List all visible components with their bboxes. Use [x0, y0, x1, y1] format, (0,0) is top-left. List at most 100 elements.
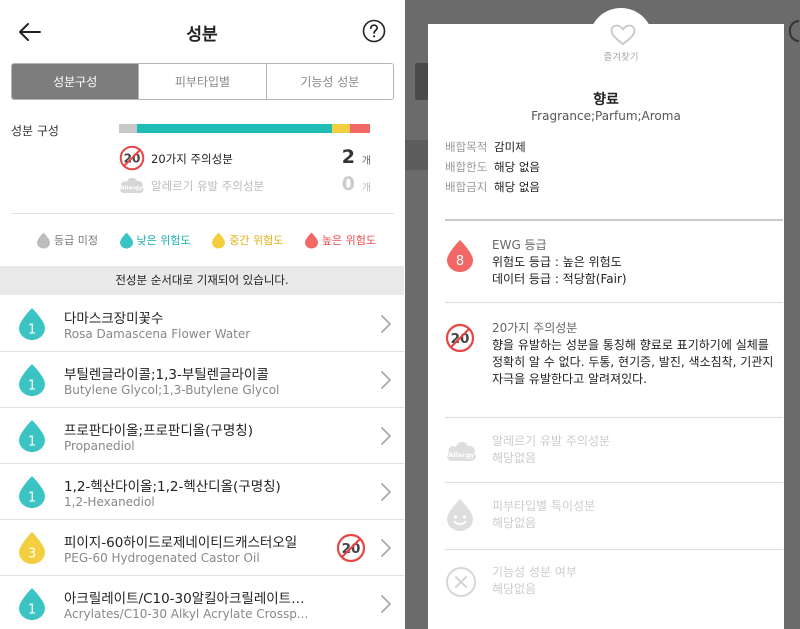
tab-functional[interactable]: 기능성 성분 [265, 64, 393, 99]
risk-drop-icon [37, 232, 50, 248]
ewg-risk: 위험도 등급 : 높은 위험도 [492, 255, 622, 269]
legend-item: 낮은 위험도 [119, 232, 191, 249]
info-value: 해당 없음 [494, 180, 540, 194]
allergy-summary: Allergy 알레르기 유발 주의성분 0 개 [119, 172, 371, 198]
composition-bar-segment [332, 124, 350, 133]
ingredient-english-name: PEG-60 Hydrogenated Castor Oil [64, 551, 260, 565]
caution-20-icon: 20 [445, 323, 475, 353]
risk-drop-icon [212, 232, 226, 248]
ingredient-english-name: Propanediol [64, 439, 135, 453]
divider [445, 549, 783, 550]
ingredient-row[interactable]: 1 부틸렌글라이콜;1,3-부틸렌글라이콜 Butylene Glycol;1,3-… [0, 352, 404, 408]
ingredient-english-name: 1,2-Hexanediol [64, 495, 155, 509]
help-icon[interactable] [362, 19, 386, 43]
caution20-count: 2 [341, 146, 355, 168]
legend-label: 낮은 위험도 [136, 234, 191, 247]
ingredient-row[interactable]: 1 프로판다이올;프로판디올(구명칭) Propanediol [0, 408, 404, 464]
legend-label: 등급 미정 [54, 234, 98, 247]
grade-number: 1 [28, 603, 36, 618]
caution20-section: 20 20가지 주의성분 향을 유발하는 성분을 통칭해 향료로 표기하기에 실… [445, 320, 783, 410]
ingredient-name: 피이지-60하이드로제네이티드캐스터오일 [64, 535, 298, 551]
info-key: 배합금지 [445, 180, 488, 194]
allergy-value: 해당없음 [492, 451, 537, 465]
ingredient-row[interactable]: 3 피이지-60하이드로제네이티드캐스터오일 PEG-60 Hydrogenated… [0, 520, 404, 576]
grade-drop-icon: 1 [19, 364, 45, 396]
caution-20-icon: 20 [336, 533, 366, 563]
page-title: 성분 [186, 25, 218, 45]
favorite-label: 즐겨찾기 [603, 52, 639, 63]
chevron-right-icon [381, 427, 391, 445]
svg-text:Allergy: Allergy [121, 186, 143, 192]
info-row: 배합금지 해당 없음 [445, 179, 540, 199]
ingredient-name: 다마스크장미꽃수 [64, 311, 164, 327]
skin-type-section: 피부타입별 특이성분 해당없음 [445, 498, 783, 538]
header: 성분 [0, 0, 404, 62]
allergy-cloud-icon: Allergy [447, 441, 476, 461]
face-drop-icon [447, 499, 473, 531]
legend-item: 등급 미정 [36, 232, 98, 249]
allergy-label: 알레르기 유발 주의성분 [151, 179, 265, 193]
info-key: 배합한도 [445, 160, 488, 174]
ingredient-english-name: Fragrance;Parfum;Aroma [531, 109, 681, 123]
chevron-right-icon [381, 539, 391, 557]
ingredient-name: 아크릴레이트/C10-30알킬아크릴레이트… [64, 591, 305, 607]
functional-title: 기능성 성분 여부 [492, 565, 577, 579]
divider [445, 302, 783, 303]
caution-20-icon: 20 [119, 145, 145, 171]
order-notice: 전성분 순서대로 기재되어 있습니다. [0, 266, 404, 295]
ingredient-name: 프로판다이올;프로판디올(구명칭) [64, 423, 253, 439]
grade-number: 3 [28, 547, 36, 562]
grade-number: 1 [28, 435, 36, 450]
ingredient-row[interactable]: 1 1,2-헥산다이올;1,2-헥산디올(구명칭) 1,2-Hexanediol [0, 464, 404, 520]
risk-drop-icon [119, 232, 133, 248]
risk-drop-icon [304, 232, 318, 248]
detail-modal: 즐겨찾기 향료 Fragrance;Parfum;Aroma 배합목적 감미제 배합… [428, 8, 784, 629]
ingredient-name: 1,2-헥산다이올;1,2-헥산디올(구명칭) [64, 479, 281, 495]
heart-icon[interactable] [610, 24, 636, 46]
ewg-grade-drop-icon: 8 [447, 240, 473, 272]
caution20-title: 20가지 주의성분 [492, 321, 578, 335]
chevron-right-icon [381, 483, 391, 501]
info-value: 해당 없음 [494, 160, 540, 174]
ingredient-name: 향료 [593, 92, 619, 108]
caution20-description: 향을 유발하는 성분을 통칭해 향료로 표기하기에 실체를 정확히 알 수 없다… [492, 338, 774, 386]
chevron-right-icon [381, 315, 391, 333]
tab-bar: 성분구성 피부타입별 기능성 성분 [11, 63, 394, 100]
grade-number: 1 [28, 379, 36, 394]
divider [445, 482, 783, 483]
info-row: 배합한도 해당 없음 [445, 159, 540, 179]
caution20-unit: 개 [361, 156, 371, 167]
grade-drop-icon: 1 [19, 476, 45, 508]
info-key: 배합목적 [445, 140, 488, 154]
caution20-label: 20가지 주의성분 [151, 152, 233, 166]
close-circle-icon [446, 567, 476, 597]
ewg-grade-number: 8 [456, 254, 464, 269]
allergy-section: Allergy 알레르기 유발 주의성분 해당없음 [445, 433, 783, 473]
allergy-count: 0 [341, 173, 355, 195]
divider [445, 219, 783, 221]
dimmed-tab-edge [415, 63, 429, 100]
ingredient-row[interactable]: 1 아크릴레이트/C10-30알킬아크릴레이트… Acrylates/C10-30 … [0, 576, 404, 629]
functional-value: 해당없음 [492, 582, 537, 596]
ingredient-list-screen: 성분 성분구성 피부타입별 기능성 성분 성분 구성 20 20가지 주의성분 … [0, 0, 404, 629]
ingredient-english-name: Acrylates/C10-30 Alkyl Acrylate Crossp..… [64, 607, 309, 621]
ewg-title: EWG 등급 [492, 238, 547, 252]
risk-legend: 등급 미정 낮은 위험도 중간 위험도 높은 위험도 [36, 229, 376, 251]
tab-composition[interactable]: 성분구성 [12, 64, 139, 99]
grade-number: 1 [28, 491, 36, 506]
info-table: 배합목적 감미제 배합한도 해당 없음 배합금지 해당 없음 [445, 139, 540, 199]
composition-bar-segment [349, 124, 370, 133]
ewg-section: 8 EWG 등급 위험도 등급 : 높은 위험도 데이터 등급 : 적당함(Fa… [445, 237, 783, 287]
info-row: 배합목적 감미제 [445, 139, 540, 159]
composition-label: 성분 구성 [11, 124, 59, 138]
legend-item: 중간 위험도 [211, 232, 283, 249]
chevron-right-icon [381, 371, 391, 389]
dimmed-row-edge [405, 140, 428, 170]
grade-drop-icon: 1 [19, 588, 45, 620]
ingredient-english-name: Butylene Glycol;1,3-Butylene Glycol [64, 383, 280, 397]
ingredient-name: 부틸렌글라이콜;1,3-부틸렌글라이콜 [64, 367, 269, 383]
tab-skin-type[interactable]: 피부타입별 [138, 64, 266, 99]
grade-number: 1 [28, 323, 36, 338]
composition-bar-segment [119, 124, 137, 133]
ingredient-row[interactable]: 1 다마스크장미꽃수 Rosa Damascena Flower Water [0, 296, 404, 352]
